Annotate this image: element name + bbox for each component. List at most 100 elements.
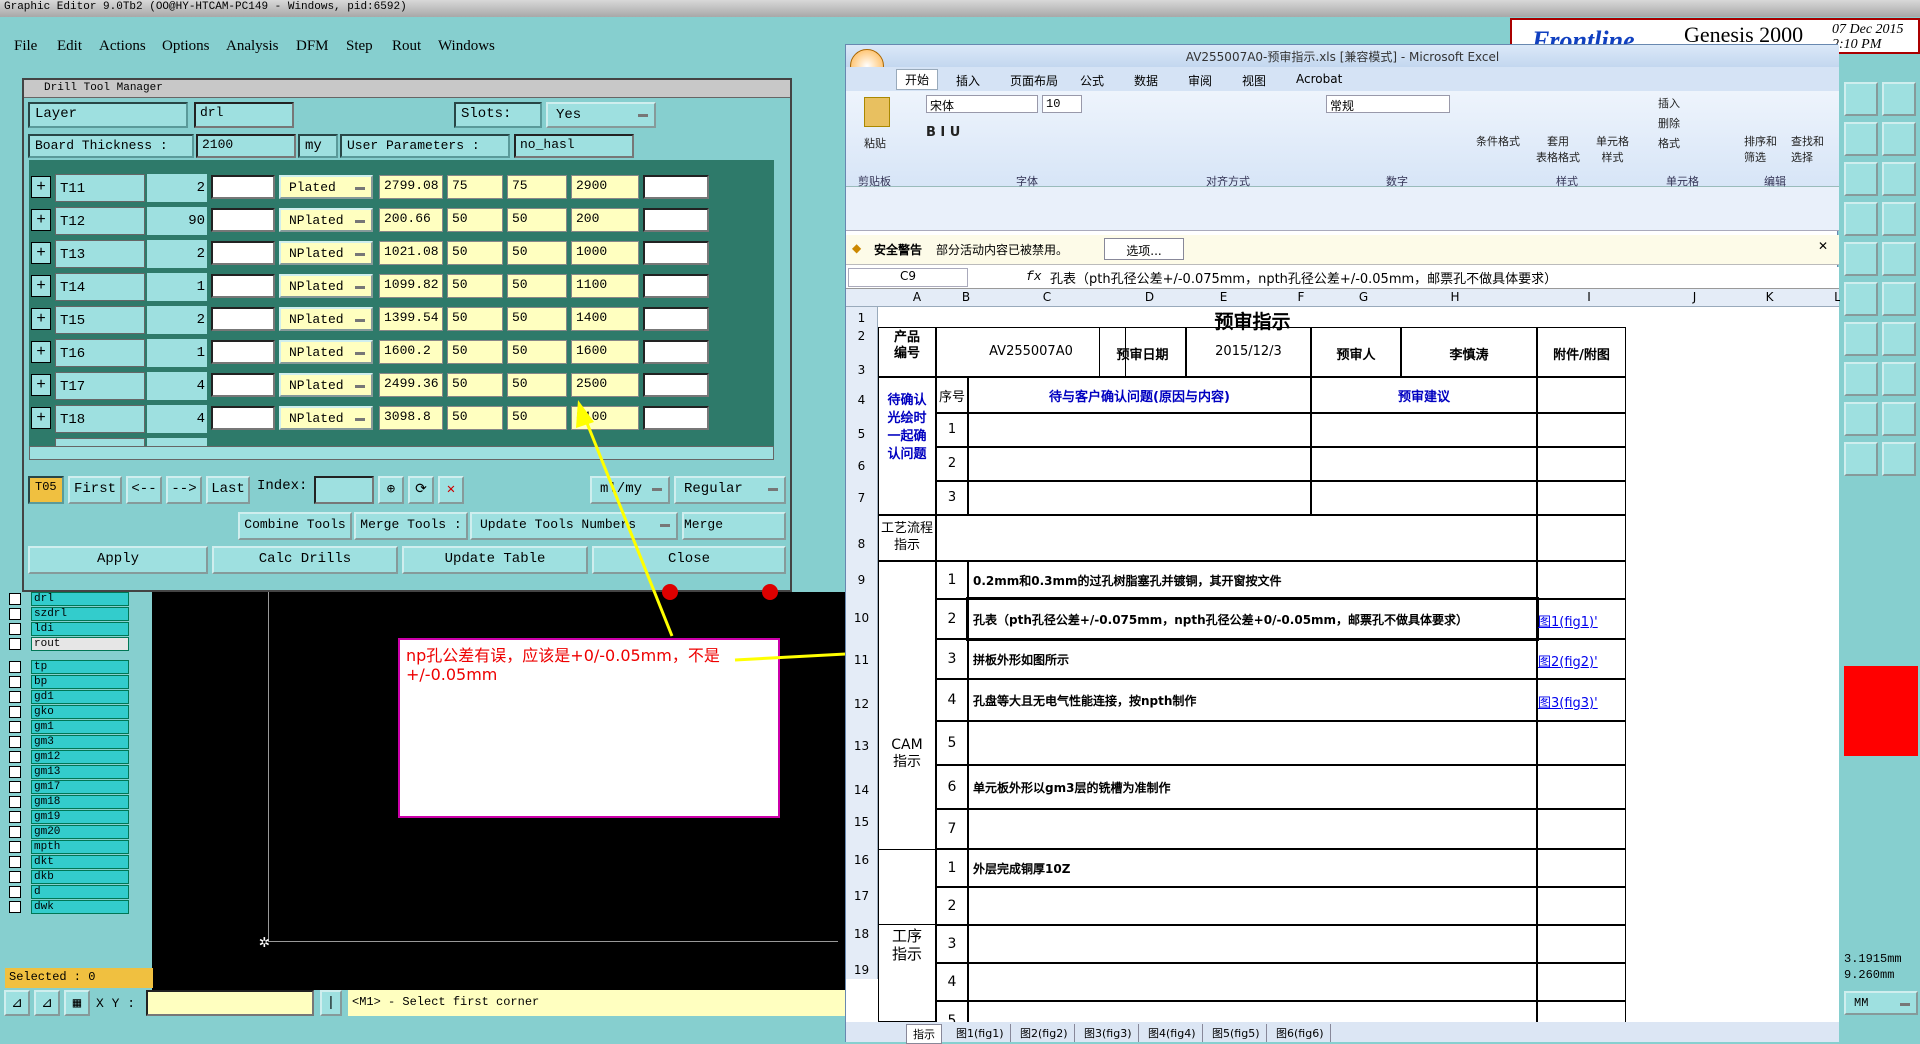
layer-field[interactable]: drl xyxy=(194,102,294,128)
pointer-icon[interactable] xyxy=(1844,442,1878,476)
layer-checkbox[interactable] xyxy=(9,661,21,673)
tool-tol-minus[interactable]: 50 xyxy=(507,373,567,397)
insert-button[interactable]: 插入 xyxy=(1658,95,1680,111)
table-format-button[interactable]: 套用 表格格式 xyxy=(1536,133,1580,165)
cam-number[interactable]: 6 xyxy=(936,765,968,809)
last-button[interactable]: Last xyxy=(206,476,250,504)
layer-item[interactable]: gm1 xyxy=(9,720,129,735)
tool-tol-minus[interactable]: 50 xyxy=(507,208,567,232)
ribbon-tab[interactable]: 公式 xyxy=(1080,72,1104,89)
cam-instruction[interactable]: 孔盘等大且无电气性能连接，按npth制作 xyxy=(968,679,1537,721)
tool-tol-minus[interactable]: 50 xyxy=(507,406,567,430)
cell[interactable] xyxy=(1537,413,1626,447)
ruler-icon[interactable] xyxy=(1844,242,1878,276)
ribbon-tab[interactable]: 视图 xyxy=(1242,72,1266,89)
user-params-field[interactable]: no_hasl xyxy=(514,134,634,158)
column-header[interactable]: E xyxy=(1181,290,1266,304)
tool-extra-field[interactable] xyxy=(643,208,709,232)
layer-item[interactable]: dkb xyxy=(9,870,129,885)
layer-item[interactable]: dwk xyxy=(9,900,129,915)
column-header[interactable]: I xyxy=(1519,290,1659,304)
reviewer-label[interactable]: 预审人 xyxy=(1311,327,1401,377)
tool-text-field[interactable] xyxy=(211,208,275,232)
column-header[interactable]: C xyxy=(976,290,1118,304)
menu-analysis[interactable]: Analysis xyxy=(226,38,279,55)
tool-text-field[interactable] xyxy=(211,373,275,397)
bold-button[interactable]: B I U xyxy=(926,125,960,140)
layer-checkbox[interactable] xyxy=(9,721,21,733)
tool-extra-field[interactable] xyxy=(643,373,709,397)
product-number[interactable]: AV255007A0 xyxy=(936,327,1126,377)
tool-text-field[interactable] xyxy=(211,175,275,199)
copy-icon[interactable] xyxy=(1882,362,1916,396)
proc-instruction[interactable] xyxy=(968,963,1537,1001)
tool-extra-field[interactable] xyxy=(643,406,709,430)
layer-item[interactable]: gm3 xyxy=(9,735,129,750)
tool-size[interactable]: 3098.8 xyxy=(379,406,443,430)
paste-icon[interactable] xyxy=(864,97,890,127)
column-header[interactable]: J xyxy=(1659,290,1730,304)
cam-attachment-link[interactable] xyxy=(1537,809,1626,849)
cam-instruction[interactable]: 孔表（pth孔径公差+/-0.075mm，npth孔径公差+0/-0.05mm，… xyxy=(966,597,1539,641)
question-header[interactable]: 待与客户确认问题(原因与内容) xyxy=(968,377,1311,413)
flag-icon[interactable] xyxy=(1882,402,1916,436)
cell[interactable] xyxy=(1537,481,1626,515)
row-header[interactable]: 8 xyxy=(846,507,878,553)
cond-format-button[interactable]: 条件格式 xyxy=(1476,133,1520,149)
ribbon-tab[interactable]: 插入 xyxy=(956,72,980,89)
thickness-field[interactable]: 2100 xyxy=(196,134,296,158)
sheet-tab[interactable]: 图1(fig1) xyxy=(950,1024,1011,1042)
layer-checkbox[interactable] xyxy=(9,901,21,913)
column-header[interactable]: H xyxy=(1391,290,1519,304)
row-header[interactable]: 4 xyxy=(846,379,878,409)
ribbon-tab[interactable]: 数据 xyxy=(1134,72,1158,89)
tool-tol-minus[interactable]: 50 xyxy=(507,340,567,364)
seq-number[interactable]: 2 xyxy=(936,447,968,481)
layer-item[interactable]: dkt xyxy=(9,855,129,870)
find-select-button[interactable]: 查找和 选择 xyxy=(1791,133,1824,165)
proc-number[interactable]: 2 xyxy=(936,887,968,925)
sheet-tab[interactable]: 图4(fig4) xyxy=(1142,1024,1203,1042)
attachment-label[interactable]: 附件/附图 xyxy=(1537,327,1626,377)
zoom-icon[interactable]: ⊕ xyxy=(378,476,404,504)
close-icon[interactable]: ✕ xyxy=(1818,239,1828,253)
proc-instruction[interactable]: 外层完成铜厚10Z xyxy=(968,849,1537,887)
layer-checkbox[interactable] xyxy=(9,871,21,883)
fx-icon[interactable]: fx xyxy=(1026,269,1042,284)
mode-select[interactable]: Regular xyxy=(674,476,786,504)
cell-style-button[interactable]: 单元格 样式 xyxy=(1596,133,1629,165)
tool-size[interactable]: 1099.82 xyxy=(379,274,443,298)
proc-number[interactable]: 4 xyxy=(936,963,968,1001)
tool-type-select[interactable]: NPlated xyxy=(279,241,373,265)
row-header[interactable]: 13 xyxy=(846,713,878,755)
layer-checkbox[interactable] xyxy=(9,623,21,635)
menu-edit[interactable]: Edit xyxy=(57,38,82,55)
expand-icon[interactable]: + xyxy=(31,341,51,363)
layer-item[interactable]: drl xyxy=(9,592,129,607)
tool-finish-size[interactable]: 2500 xyxy=(571,373,639,397)
tool-tol-minus[interactable]: 50 xyxy=(507,241,567,265)
column-header[interactable]: D xyxy=(1118,290,1181,304)
measure-icon[interactable]: ⊿ xyxy=(34,990,60,1016)
cell[interactable] xyxy=(968,447,1311,481)
number-format-select[interactable]: 常规 xyxy=(1326,95,1450,113)
tool-size[interactable]: 200.66 xyxy=(379,208,443,232)
next-button[interactable]: --> xyxy=(166,476,202,504)
row-header[interactable]: 5 xyxy=(846,409,878,443)
xy-input[interactable] xyxy=(146,990,314,1016)
tool-type-select[interactable]: NPlated xyxy=(279,340,373,364)
menu-windows[interactable]: Windows xyxy=(438,38,495,55)
seq-header[interactable]: 序号 xyxy=(936,377,968,413)
row-header[interactable]: 2 xyxy=(846,327,878,345)
resize-icon[interactable] xyxy=(1844,362,1878,396)
column-header[interactable]: F xyxy=(1266,290,1336,304)
line-icon[interactable] xyxy=(1844,282,1878,316)
layer-item[interactable]: bp xyxy=(9,675,129,690)
delete-button[interactable]: 删除 xyxy=(1658,115,1680,131)
font-select[interactable]: 宋体 xyxy=(926,95,1038,113)
proc-number[interactable]: 5 xyxy=(936,1001,968,1022)
tool-finish-size[interactable]: 1400 xyxy=(571,307,639,331)
layer-item[interactable]: gm20 xyxy=(9,825,129,840)
rotate-icon[interactable] xyxy=(1844,322,1878,356)
layer-item[interactable]: ldi xyxy=(9,622,129,637)
